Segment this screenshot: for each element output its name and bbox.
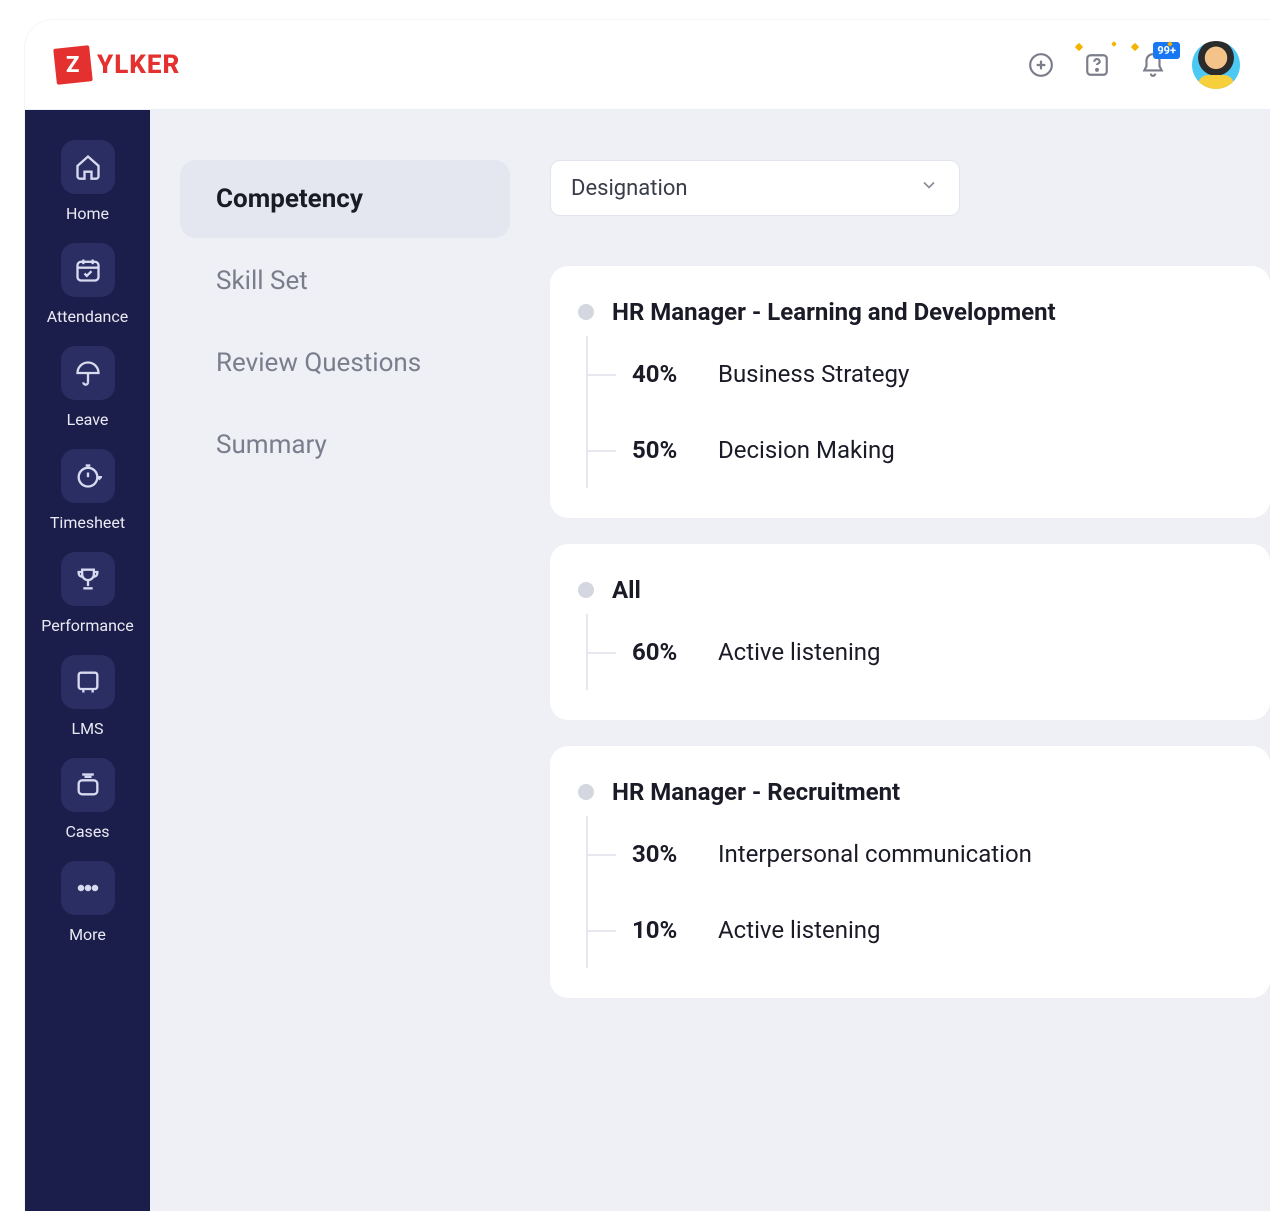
skill-name: Active listening — [718, 638, 881, 666]
notification-count-badge: 99+ — [1153, 42, 1180, 59]
competency-card: All 60% Active listening — [550, 544, 1270, 720]
competency-card: HR Manager - Learning and Development 40… — [550, 266, 1270, 518]
percent-value: 60% — [632, 638, 696, 666]
trophy-icon — [61, 552, 115, 606]
sidebar-item-label: Cases — [65, 822, 109, 841]
sidebar-item-performance[interactable]: Performance — [25, 552, 150, 635]
notifications-button[interactable]: 99+ — [1136, 48, 1170, 82]
logo-letter: Z — [66, 52, 79, 77]
stopwatch-icon — [61, 449, 115, 503]
skill-name: Interpersonal communication — [718, 840, 1032, 868]
sidebar-item-label: Timesheet — [50, 513, 125, 532]
sidebar-item-timesheet[interactable]: Timesheet — [25, 449, 150, 532]
percent-value: 10% — [632, 916, 696, 944]
sidebar-item-more[interactable]: More — [25, 861, 150, 944]
sidebar-item-cases[interactable]: Cases — [25, 758, 150, 841]
sidebar-item-label: Home — [66, 204, 109, 223]
skill-name: Business Strategy — [718, 360, 909, 388]
bullet-icon — [578, 582, 594, 598]
bullet-icon — [578, 784, 594, 800]
tab-list: Competency Skill Set Review Questions Su… — [180, 160, 510, 1211]
competency-row: 10% Active listening — [588, 892, 1242, 968]
tab-review-questions[interactable]: Review Questions — [180, 324, 510, 402]
competency-card: HR Manager - Recruitment 30% Interperson… — [550, 746, 1270, 998]
sidebar-item-leave[interactable]: Leave — [25, 346, 150, 429]
chevron-down-icon — [919, 175, 939, 201]
tab-skill-set[interactable]: Skill Set — [180, 242, 510, 320]
help-button[interactable] — [1080, 48, 1114, 82]
tab-competency[interactable]: Competency — [180, 160, 510, 238]
tab-summary[interactable]: Summary — [180, 406, 510, 484]
card-title: HR Manager - Learning and Development — [612, 298, 1056, 326]
competency-row: 60% Active listening — [588, 614, 1242, 690]
main-content: Competency Skill Set Review Questions Su… — [150, 110, 1270, 1211]
sidebar-item-label: LMS — [71, 719, 103, 738]
skill-name: Decision Making — [718, 436, 895, 464]
card-title: HR Manager - Recruitment — [612, 778, 900, 806]
sidebar-item-lms[interactable]: LMS — [25, 655, 150, 738]
calendar-icon — [61, 243, 115, 297]
sidebar-item-label: Leave — [67, 410, 109, 429]
logo-badge-icon: Z — [53, 45, 93, 85]
home-icon — [61, 140, 115, 194]
sidebar-item-label: Attendance — [47, 307, 129, 326]
percent-value: 50% — [632, 436, 696, 464]
avatar[interactable] — [1192, 41, 1240, 89]
card-title: All — [612, 576, 641, 604]
percent-value: 30% — [632, 840, 696, 868]
designation-select[interactable]: Designation — [550, 160, 960, 216]
sidebar-item-home[interactable]: Home — [25, 140, 150, 223]
topbar: Z YLKER 99+ — [25, 20, 1270, 110]
lms-icon — [61, 655, 115, 709]
sidebar-item-attendance[interactable]: Attendance — [25, 243, 150, 326]
add-button[interactable] — [1024, 48, 1058, 82]
skill-name: Active listening — [718, 916, 881, 944]
umbrella-icon — [61, 346, 115, 400]
sidebar-item-label: More — [69, 925, 106, 944]
more-icon — [61, 861, 115, 915]
competency-row: 30% Interpersonal communication — [588, 816, 1242, 892]
bullet-icon — [578, 304, 594, 320]
sidebar: Home Attendance Leave Timesheet Performa… — [25, 110, 150, 1211]
competency-row: 40% Business Strategy — [588, 336, 1242, 412]
select-label: Designation — [571, 176, 688, 201]
percent-value: 40% — [632, 360, 696, 388]
logo[interactable]: Z YLKER — [55, 47, 180, 83]
briefcase-icon — [61, 758, 115, 812]
sidebar-item-label: Performance — [41, 616, 134, 635]
logo-text: YLKER — [97, 50, 180, 80]
competency-row: 50% Decision Making — [588, 412, 1242, 488]
